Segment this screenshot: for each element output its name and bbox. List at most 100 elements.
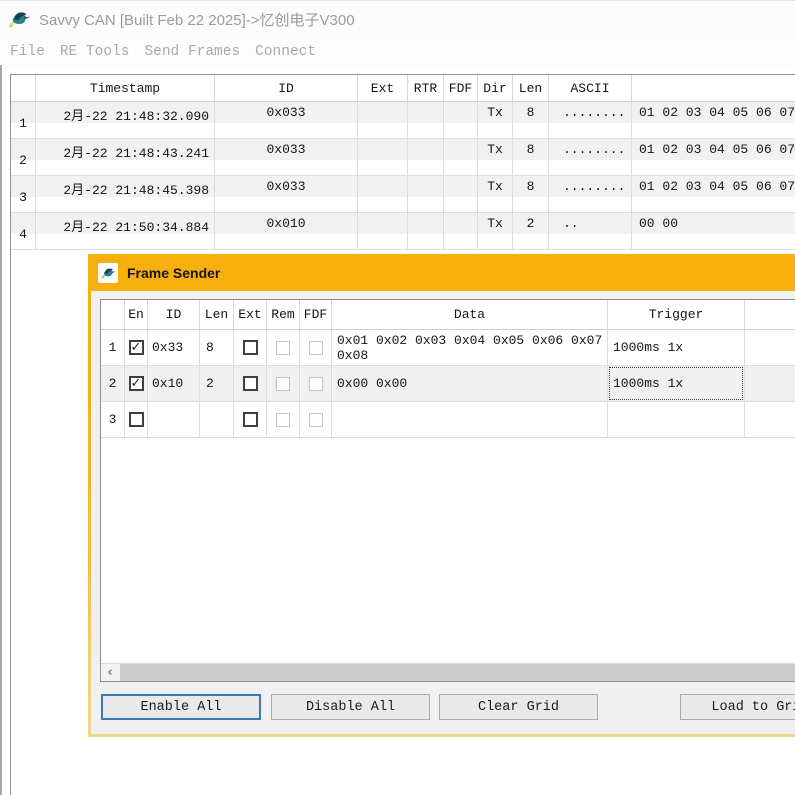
row-number[interactable]: 2 <box>101 366 125 402</box>
load-to-grid-button[interactable]: Load to Grid <box>680 694 795 720</box>
enable-checkbox[interactable]: ✓ <box>129 340 144 355</box>
cell-fdf[interactable] <box>444 139 478 176</box>
cell-timestamp[interactable]: 2月-22 21:48:32.090 <box>36 102 215 139</box>
cell-timestamp[interactable]: 2月-22 21:48:45.398 <box>36 176 215 213</box>
disable-all-button[interactable]: Disable All <box>271 694 430 720</box>
cell-rtr[interactable] <box>408 139 444 176</box>
cell-ascii[interactable]: ........ <box>549 102 632 139</box>
cell-ascii[interactable]: ........ <box>549 139 632 176</box>
col-header-rownum[interactable] <box>11 75 36 102</box>
cell-data[interactable]: 0x00 0x00 <box>332 366 608 402</box>
cell-id[interactable]: 0x033 <box>215 176 358 213</box>
cell-dir[interactable]: Tx <box>478 139 513 176</box>
col-header-rem[interactable]: Rem <box>267 300 300 330</box>
cell-id[interactable]: 0x33 <box>148 330 200 366</box>
enable-checkbox[interactable]: ✓ <box>129 376 144 391</box>
ext-checkbox[interactable] <box>243 340 258 355</box>
cell-len[interactable]: 2 <box>200 366 234 402</box>
ext-checkbox[interactable] <box>243 376 258 391</box>
ext-checkbox[interactable] <box>243 412 258 427</box>
cell-len[interactable]: 2 <box>513 213 549 250</box>
cell-rtr[interactable] <box>408 102 444 139</box>
frame-row-2[interactable]: 2 2月-22 21:48:43.241 0x033 Tx 8 ........… <box>11 139 795 176</box>
cell-rtr[interactable] <box>408 213 444 250</box>
row-number[interactable]: 1 <box>11 102 36 139</box>
col-header-timestamp[interactable]: Timestamp <box>36 75 215 102</box>
cell-id[interactable]: 0x033 <box>215 139 358 176</box>
cell-len[interactable] <box>200 402 234 438</box>
scrollbar-thumb[interactable] <box>120 664 795 681</box>
sender-row-2[interactable]: 2 ✓ 0x10 2 0x00 0x00 1000ms 1x <box>101 366 795 402</box>
col-header-fdf[interactable]: FDF <box>444 75 478 102</box>
cell-trigger-focused[interactable]: 1000ms 1x <box>608 366 745 402</box>
cell-ext[interactable] <box>358 102 408 139</box>
cell-len[interactable]: 8 <box>513 139 549 176</box>
cell-ext[interactable] <box>234 402 267 438</box>
cell-extra[interactable] <box>745 366 795 402</box>
cell-ext[interactable] <box>358 139 408 176</box>
cell-ascii[interactable]: ........ <box>549 176 632 213</box>
cell-id[interactable]: 0x10 <box>148 366 200 402</box>
cell-ascii[interactable]: .. <box>549 213 632 250</box>
frame-row-1[interactable]: 1 2月-22 21:48:32.090 0x033 Tx 8 ........… <box>11 102 795 139</box>
rem-checkbox[interactable] <box>276 377 290 391</box>
cell-fdf[interactable] <box>444 102 478 139</box>
cell-fdf[interactable] <box>444 176 478 213</box>
frame-row-3[interactable]: 3 2月-22 21:48:45.398 0x033 Tx 8 ........… <box>11 176 795 213</box>
cell-data[interactable]: 01 02 03 04 05 06 07 08 <box>632 176 795 213</box>
col-header-ext[interactable]: Ext <box>234 300 267 330</box>
menu-re-tools[interactable]: RE Tools <box>60 44 130 60</box>
cell-fdf[interactable] <box>300 366 332 402</box>
row-number[interactable]: 1 <box>101 330 125 366</box>
cell-data[interactable]: 00 00 <box>632 213 795 250</box>
row-number[interactable]: 2 <box>11 139 36 176</box>
cell-data[interactable]: 01 02 03 04 05 06 07 08 <box>632 102 795 139</box>
cell-data[interactable]: 01 02 03 04 05 06 07 08 <box>632 139 795 176</box>
cell-rem[interactable] <box>267 366 300 402</box>
rem-checkbox[interactable] <box>276 341 290 355</box>
col-header-ascii[interactable]: ASCII <box>549 75 632 102</box>
frame-row-4[interactable]: 4 2月-22 21:50:34.884 0x010 Tx 2 .. 00 00 <box>11 213 795 250</box>
col-header-en[interactable]: En <box>125 300 148 330</box>
cell-len[interactable]: 8 <box>513 102 549 139</box>
cell-en[interactable]: ✓ <box>125 330 148 366</box>
cell-extra[interactable] <box>745 402 795 438</box>
cell-id[interactable]: 0x033 <box>215 102 358 139</box>
scroll-left-arrow-icon[interactable]: ‹ <box>101 664 119 681</box>
horizontal-scrollbar[interactable]: ‹ <box>101 663 795 681</box>
cell-dir[interactable]: Tx <box>478 213 513 250</box>
frame-sender-titlebar[interactable]: Frame Sender <box>88 254 795 291</box>
col-header-data[interactable]: Data <box>332 300 608 330</box>
clear-grid-button[interactable]: Clear Grid <box>439 694 598 720</box>
col-header-len[interactable]: Len <box>513 75 549 102</box>
cell-id[interactable]: 0x010 <box>215 213 358 250</box>
cell-timestamp[interactable]: 2月-22 21:48:43.241 <box>36 139 215 176</box>
fdf-checkbox[interactable] <box>309 341 323 355</box>
col-header-fdf[interactable]: FDF <box>300 300 332 330</box>
cell-en[interactable]: ✓ <box>125 366 148 402</box>
fdf-checkbox[interactable] <box>309 377 323 391</box>
cell-data[interactable] <box>332 402 608 438</box>
sender-row-1[interactable]: 1 ✓ 0x33 8 0x01 0x02 0x03 0x04 0x05 0x06… <box>101 330 795 366</box>
menu-connect[interactable]: Connect <box>255 44 316 60</box>
cell-ext[interactable] <box>358 176 408 213</box>
col-header-id[interactable]: ID <box>148 300 200 330</box>
row-number[interactable]: 3 <box>101 402 125 438</box>
cell-en[interactable] <box>125 402 148 438</box>
col-header-rownum[interactable] <box>101 300 125 330</box>
col-header-id[interactable]: ID <box>215 75 358 102</box>
cell-timestamp[interactable]: 2月-22 21:50:34.884 <box>36 213 215 250</box>
row-number[interactable]: 4 <box>11 213 36 250</box>
enable-all-button[interactable]: Enable All <box>101 694 261 720</box>
cell-ext[interactable] <box>358 213 408 250</box>
col-header-data[interactable] <box>632 75 795 102</box>
cell-dir[interactable]: Tx <box>478 102 513 139</box>
cell-rem[interactable] <box>267 402 300 438</box>
cell-fdf[interactable] <box>300 402 332 438</box>
cell-extra[interactable] <box>745 330 795 366</box>
fdf-checkbox[interactable] <box>309 413 323 427</box>
col-header-rtr[interactable]: RTR <box>408 75 444 102</box>
cell-rem[interactable] <box>267 330 300 366</box>
cell-ext[interactable] <box>234 366 267 402</box>
cell-len[interactable]: 8 <box>200 330 234 366</box>
